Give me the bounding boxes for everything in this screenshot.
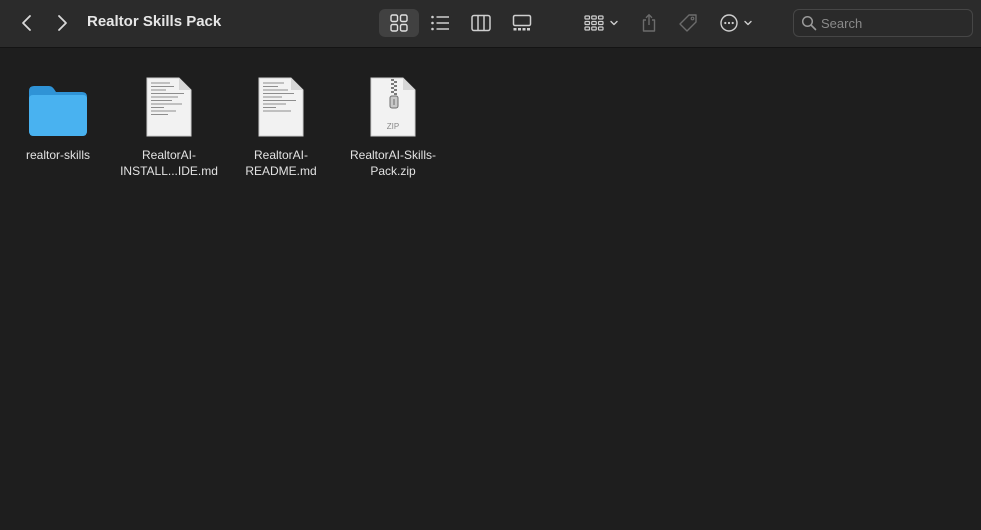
chevron-down-icon [744, 20, 752, 26]
share-icon [642, 14, 656, 32]
search-input[interactable] [821, 15, 971, 31]
svg-text:ZIP: ZIP [387, 122, 399, 131]
chevron-down-icon [610, 20, 618, 26]
list-icon [431, 15, 449, 31]
file-item-archive[interactable]: ZIP RealtorAI-Skills- Pack.zip [341, 73, 445, 179]
icon-view-button[interactable] [379, 9, 419, 37]
tag-icon [679, 14, 697, 32]
toolbar: Realtor Skills Pack [0, 0, 981, 48]
window-title: Realtor Skills Pack [87, 13, 222, 30]
chevron-left-icon [22, 15, 31, 31]
grid-icon [390, 14, 408, 32]
file-grid: realtor-skills RealtorAI- INSTALL...IDE.… [0, 49, 981, 530]
group-by-button[interactable] [580, 10, 622, 36]
group-grid-icon [584, 15, 604, 31]
file-item-folder[interactable]: realtor-skills [6, 73, 110, 163]
markdown-document-icon [249, 73, 313, 137]
gallery-view-button[interactable] [502, 9, 542, 37]
forward-button[interactable] [49, 10, 75, 36]
markdown-document-icon [137, 73, 201, 137]
chevron-right-icon [58, 15, 67, 31]
file-name: RealtorAI-Skills- Pack.zip [349, 148, 436, 178]
column-view-button[interactable] [461, 9, 501, 37]
share-button[interactable] [637, 10, 661, 36]
folder-icon [26, 73, 90, 137]
back-button[interactable] [14, 10, 40, 36]
ellipsis-circle-icon [720, 14, 738, 32]
tag-button[interactable] [675, 10, 701, 36]
search-icon [801, 15, 817, 31]
more-actions-button[interactable] [716, 10, 756, 36]
file-name: RealtorAI- INSTALL...IDE.md [120, 148, 218, 178]
file-name: RealtorAI- README.md [245, 148, 317, 178]
columns-icon [471, 14, 491, 32]
file-item-document[interactable]: RealtorAI- INSTALL...IDE.md [117, 73, 221, 179]
file-item-document[interactable]: RealtorAI- README.md [229, 73, 333, 179]
file-name: realtor-skills [25, 148, 90, 162]
zip-archive-icon: ZIP [361, 73, 425, 137]
search-field[interactable] [793, 9, 973, 37]
gallery-icon [512, 14, 532, 31]
finder-window: Realtor Skills Pack Search realtor-skill… [0, 0, 981, 530]
list-view-button[interactable] [420, 9, 460, 37]
